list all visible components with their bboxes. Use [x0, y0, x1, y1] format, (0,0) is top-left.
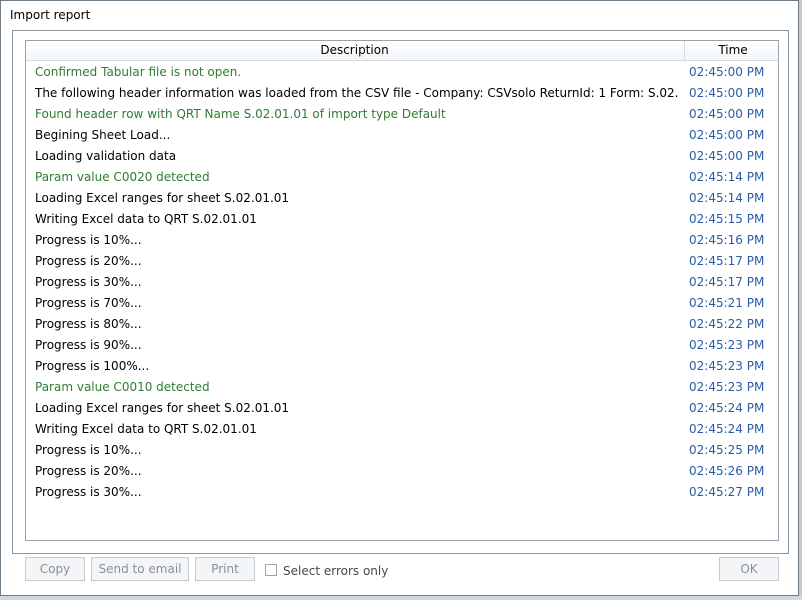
table-row[interactable]: Found header row with QRT Name S.02.01.0…: [26, 104, 778, 125]
row-description: Progress is 70%...: [35, 296, 142, 310]
row-time: 02:45:25 PM: [689, 443, 765, 457]
row-description: Writing Excel data to QRT S.02.01.01: [35, 422, 257, 436]
row-time: 02:45:17 PM: [689, 254, 765, 268]
print-button[interactable]: Print: [195, 557, 255, 581]
table-row[interactable]: Writing Excel data to QRT S.02.01.01 02:4…: [26, 209, 778, 230]
table-row[interactable]: The following header information was loa…: [26, 83, 778, 104]
list-header: Description Time: [26, 41, 778, 61]
select-errors-only-label: Select errors only: [283, 564, 389, 578]
row-time: 02:45:00 PM: [689, 128, 765, 142]
table-row[interactable]: Progress is 10%... 02:45:16 PM: [26, 230, 778, 251]
row-time: 02:45:23 PM: [689, 338, 765, 352]
table-row[interactable]: Progress is 20%... 02:45:17 PM: [26, 251, 778, 272]
table-row[interactable]: Progress is 10%... 02:45:25 PM: [26, 440, 778, 461]
table-row[interactable]: Progress is 30%... 02:45:17 PM: [26, 272, 778, 293]
checkbox-box[interactable]: [265, 564, 277, 576]
row-time: 02:45:00 PM: [689, 149, 765, 163]
row-description: Progress is 30%...: [35, 275, 142, 289]
row-time: 02:45:16 PM: [689, 233, 765, 247]
row-description: Loading Excel ranges for sheet S.02.01.0…: [35, 191, 290, 205]
table-row[interactable]: Progress is 20%... 02:45:26 PM: [26, 461, 778, 482]
table-row[interactable]: Progress is 80%... 02:45:22 PM: [26, 314, 778, 335]
row-time: 02:45:15 PM: [689, 212, 765, 226]
column-header-time[interactable]: Time: [684, 41, 778, 60]
row-description: Progress is 10%...: [35, 233, 142, 247]
row-time: 02:45:00 PM: [689, 65, 765, 79]
row-description: Progress is 100%...: [35, 359, 150, 373]
row-time: 02:45:14 PM: [689, 170, 765, 184]
row-description: Progress is 20%...: [35, 254, 142, 268]
row-description: Progress is 80%...: [35, 317, 142, 331]
background-window-edge: [0, 596, 802, 600]
table-row[interactable]: Progress is 100%... 02:45:23 PM: [26, 356, 778, 377]
row-description: The following header information was loa…: [35, 86, 678, 100]
row-description: Param value C0020 detected: [35, 170, 210, 184]
row-time: 02:45:00 PM: [689, 86, 765, 100]
row-description: Writing Excel data to QRT S.02.01.01: [35, 212, 257, 226]
row-time: 02:45:21 PM: [689, 296, 765, 310]
row-description: Confirmed Tabular file is not open.: [35, 65, 242, 79]
table-row[interactable]: Progress is 70%... 02:45:21 PM: [26, 293, 778, 314]
ok-button[interactable]: OK: [719, 557, 779, 581]
row-description: Found header row with QRT Name S.02.01.0…: [35, 107, 446, 121]
row-time: 02:45:27 PM: [689, 485, 765, 499]
row-time: 02:45:23 PM: [689, 380, 765, 394]
table-row[interactable]: Param value C0020 detected 02:45:14 PM: [26, 167, 778, 188]
row-time: 02:45:22 PM: [689, 317, 765, 331]
row-time: 02:45:23 PM: [689, 359, 765, 373]
row-description: Progress is 10%...: [35, 443, 142, 457]
row-time: 02:45:00 PM: [689, 107, 765, 121]
table-row[interactable]: Loading Excel ranges for sheet S.02.01.0…: [26, 398, 778, 419]
row-description: Begining Sheet Load...: [35, 128, 171, 142]
row-description: Progress is 20%...: [35, 464, 142, 478]
send-to-email-button[interactable]: Send to email: [91, 557, 189, 581]
row-description: Loading Excel ranges for sheet S.02.01.0…: [35, 401, 290, 415]
table-row[interactable]: Loading Excel ranges for sheet S.02.01.0…: [26, 188, 778, 209]
row-description: Param value C0010 detected: [35, 380, 210, 394]
row-time: 02:45:24 PM: [689, 401, 765, 415]
table-row[interactable]: Loading validation data 02:45:00 PM: [26, 146, 778, 167]
table-row[interactable]: Progress is 30%... 02:45:27 PM: [26, 482, 778, 503]
row-description: Loading validation data: [35, 149, 177, 163]
column-header-description[interactable]: Description: [26, 41, 683, 60]
row-time: 02:45:14 PM: [689, 191, 765, 205]
table-row[interactable]: Writing Excel data to QRT S.02.01.01 02:4…: [26, 419, 778, 440]
row-description: Progress is 90%...: [35, 338, 142, 352]
row-time: 02:45:17 PM: [689, 275, 765, 289]
table-row[interactable]: Confirmed Tabular file is not open. 02:45…: [26, 62, 778, 83]
copy-button[interactable]: Copy: [25, 557, 85, 581]
row-time: 02:45:26 PM: [689, 464, 765, 478]
dialog-title: Import report: [10, 8, 91, 22]
table-row[interactable]: Progress is 90%... 02:45:23 PM: [26, 335, 778, 356]
table-row[interactable]: Param value C0010 detected 02:45:23 PM: [26, 377, 778, 398]
report-list[interactable]: Description Time Confirmed Tabular file …: [25, 40, 779, 541]
list-rows: Confirmed Tabular file is not open. 02:45…: [26, 62, 778, 503]
table-row[interactable]: Begining Sheet Load... 02:45:00 PM: [26, 125, 778, 146]
row-time: 02:45:24 PM: [689, 422, 765, 436]
row-description: Progress is 30%...: [35, 485, 142, 499]
